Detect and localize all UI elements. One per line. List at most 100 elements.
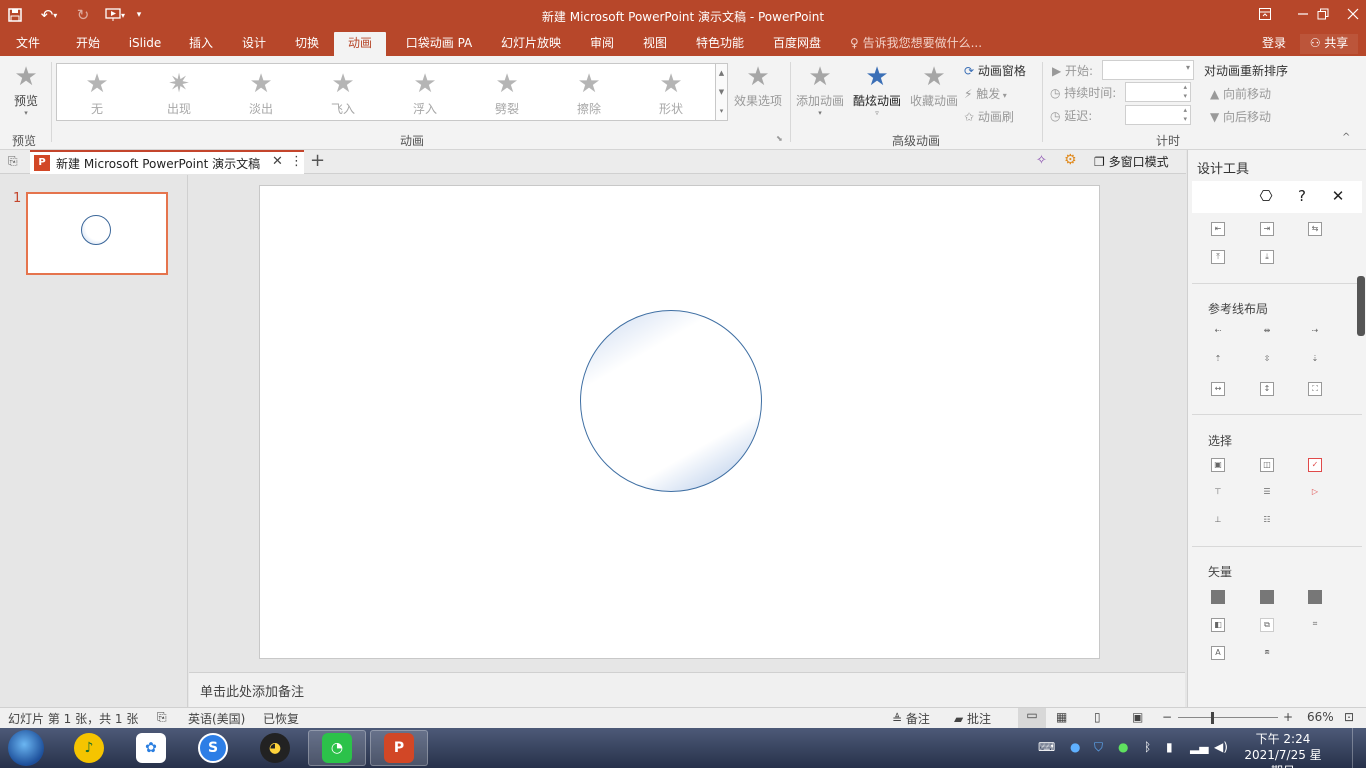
taskbar-app-cloud[interactable]: ✿ [122, 730, 180, 766]
more-options-icon[interactable]: ⋮ [290, 154, 303, 169]
normal-view-icon[interactable]: ▭ [1018, 708, 1046, 728]
vector-points-icon[interactable]: ⌗ [1308, 618, 1322, 632]
multi-window-mode-button[interactable]: ❐ 多窗口模式 [1094, 153, 1169, 170]
spellcheck-icon[interactable]: ⎘ [157, 710, 167, 725]
select-cursor-icon[interactable]: ▷ [1308, 486, 1322, 500]
guide-frame-icon[interactable]: ⛶ [1308, 382, 1322, 396]
slide-thumbnail[interactable] [26, 192, 168, 275]
gallery-item-none[interactable]: ★ 无 [67, 68, 127, 117]
slide-sorter-icon[interactable]: ▦ [1056, 710, 1067, 724]
gallery-item-split[interactable]: ★ 劈裂 [477, 68, 537, 117]
effect-options-button[interactable]: ★ 效果选项 [732, 62, 784, 109]
animation-painter-button[interactable]: ✩ 动画刷 [964, 108, 1014, 125]
guide-width-icon[interactable]: ↔ [1211, 382, 1225, 396]
gallery-scrollbar[interactable]: ▲ ▼ ▾ [716, 63, 728, 121]
tab-home[interactable]: 开始 [66, 32, 110, 56]
close-tab-icon[interactable]: ✕ [272, 154, 283, 169]
taskbar-app-sogou[interactable]: S [184, 730, 242, 766]
guide-right-icon[interactable]: ⇢ [1308, 325, 1322, 339]
bluetooth-icon[interactable]: ᛒ [1144, 740, 1151, 754]
reading-view-icon[interactable]: ▯ [1094, 710, 1101, 724]
spinner-icon[interactable]: ▴ ▾ [1183, 106, 1187, 124]
vector-text-icon[interactable]: A [1211, 646, 1225, 660]
slideshow-view-icon[interactable]: ▣ [1132, 710, 1143, 724]
usb-icon[interactable]: ▮ [1166, 740, 1173, 754]
magic-wand-icon[interactable]: ✧ [1036, 153, 1047, 168]
login-link[interactable]: 登录 [1262, 32, 1286, 54]
gallery-item-wipe[interactable]: ★ 擦除 [559, 68, 619, 117]
tab-file[interactable]: 文件 [6, 32, 50, 56]
tab-pocket-animation[interactable]: 口袋动画 PA [400, 32, 478, 56]
zoom-out-icon[interactable]: − [1162, 710, 1172, 724]
tab-design[interactable]: 设计 [233, 32, 275, 56]
vector-union-icon[interactable] [1211, 590, 1225, 604]
guide-left-icon[interactable]: ⇠ [1211, 325, 1225, 339]
tab-insert[interactable]: 插入 [180, 32, 222, 56]
taskbar-app-qq[interactable]: ◕ [246, 730, 304, 766]
volume-icon[interactable]: ◀) [1214, 740, 1228, 754]
select-top-icon[interactable]: ⊤ [1211, 486, 1225, 500]
guide-bottom-icon[interactable]: ⇣ [1308, 353, 1322, 367]
network-icon[interactable]: ▂▄ [1190, 740, 1208, 754]
vector-combine-icon[interactable] [1260, 590, 1274, 604]
swap-icon[interactable]: ⇆ [1308, 222, 1322, 236]
animation-pane-button[interactable]: ⟳ 动画窗格 [964, 62, 1026, 79]
scroll-down-icon[interactable]: ▼ [716, 83, 727, 102]
gallery-item-float-in[interactable]: ★ 浮入 [395, 68, 455, 117]
align-bottom-icon[interactable]: ⤓ [1260, 250, 1274, 264]
help-icon[interactable]: ? [1292, 186, 1312, 206]
favorite-animation-button[interactable]: ★ 收藏动画 [908, 62, 960, 109]
select-bottom-icon[interactable]: ⊥ [1211, 514, 1225, 528]
dialog-launcher-icon[interactable]: ⬊ [776, 134, 783, 143]
tab-special-features[interactable]: 特色功能 [688, 32, 752, 56]
taskbar-app-music[interactable]: ♪ [60, 730, 118, 766]
settings-icon[interactable]: ⎔ [1256, 186, 1276, 206]
slide-canvas[interactable] [259, 185, 1100, 659]
gallery-expand-icon[interactable]: ▾ [716, 102, 727, 121]
select-layer-icon[interactable]: ☰ [1260, 486, 1274, 500]
show-desktop-button[interactable] [1352, 728, 1366, 768]
move-later-button[interactable]: ▼ 向后移动 [1210, 108, 1271, 125]
gear-icon[interactable]: ⚙ [1064, 152, 1077, 168]
tell-me-box[interactable]: ♀ 告诉我您想要做什么... [850, 32, 982, 54]
cool-animation-button[interactable]: ★ 酷炫动画 ▿ [850, 62, 904, 117]
guide-height-icon[interactable]: ↕ [1260, 382, 1274, 396]
tab-animations[interactable]: 动画 [334, 32, 386, 56]
select-stack-icon[interactable]: ☷ [1260, 514, 1274, 528]
keyboard-icon[interactable]: ⌨ [1038, 740, 1055, 754]
taskbar-app-powerpoint[interactable]: P [370, 730, 428, 766]
preview-button[interactable]: ★ 预览 ▾ [4, 62, 48, 117]
tab-view[interactable]: 视图 [635, 32, 675, 56]
align-right-icon[interactable]: ⇥ [1260, 222, 1274, 236]
wechat-tray-icon[interactable]: ● [1118, 740, 1128, 754]
vector-fragment-icon[interactable]: ⧉ [1260, 618, 1274, 632]
sogou-tray-icon[interactable]: ● [1070, 740, 1080, 754]
tab-islide[interactable]: iSlide [122, 32, 168, 56]
circle-shape[interactable] [580, 310, 762, 492]
doc-tabs-icon[interactable]: ⎘ [8, 154, 18, 169]
vector-subtract-icon[interactable] [1308, 590, 1322, 604]
delay-stepper[interactable]: ▴ ▾ [1125, 105, 1191, 125]
close-pane-icon[interactable]: ✕ [1328, 186, 1348, 206]
gallery-item-fly-in[interactable]: ★ 飞入 [313, 68, 373, 117]
fit-slide-icon[interactable]: ⊡ [1344, 710, 1354, 724]
select-similar-icon[interactable]: ▣ [1211, 458, 1225, 472]
add-animation-button[interactable]: ★ 添加动画 ▾ [794, 62, 846, 117]
zoom-in-icon[interactable]: + [1283, 710, 1293, 724]
vector-intersect-icon[interactable]: ◧ [1211, 618, 1225, 632]
share-button[interactable]: ⚇ 共享 [1300, 34, 1358, 54]
select-group-icon[interactable]: ◫ [1260, 458, 1274, 472]
move-earlier-button[interactable]: ▲ 向前移动 [1210, 85, 1271, 102]
zoom-level[interactable]: 66% [1307, 710, 1334, 724]
gallery-item-fade[interactable]: ★ 淡出 [231, 68, 291, 117]
guide-center-icon[interactable]: ⇹ [1260, 325, 1274, 339]
language-indicator[interactable]: 英语(美国) [188, 710, 245, 727]
tab-transitions[interactable]: 切换 [286, 32, 328, 56]
guide-top-icon[interactable]: ⇡ [1211, 353, 1225, 367]
zoom-slider-thumb[interactable] [1211, 712, 1214, 724]
notes-pane[interactable]: 单击此处添加备注 [189, 672, 1185, 707]
system-clock[interactable]: 下午 2:24 2021/7/25 星期日 [1242, 731, 1324, 768]
select-check-icon[interactable]: ✓ [1308, 458, 1322, 472]
vector-shape-icon[interactable]: ⧈ [1260, 646, 1274, 660]
duration-stepper[interactable]: ▴ ▾ [1125, 82, 1191, 102]
